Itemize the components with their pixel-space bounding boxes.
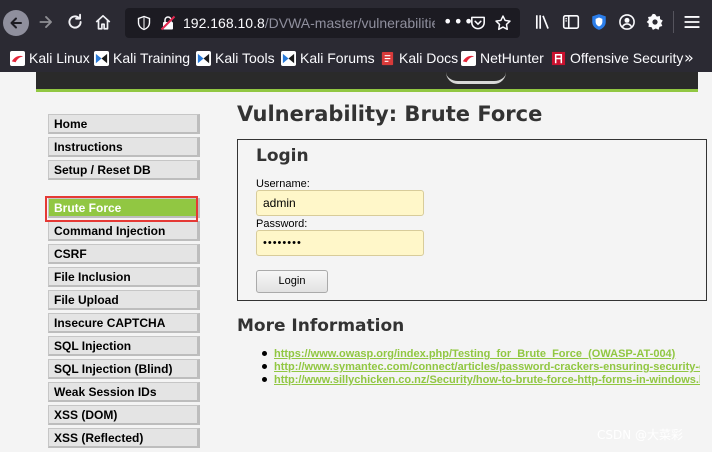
password-input[interactable]: •••••••• [256,230,424,256]
kali-tools-icon [196,50,211,66]
home-button[interactable] [89,8,117,36]
active-item-highlight [45,196,198,222]
username-label: Username: [256,178,310,190]
kali-icon [10,50,25,66]
owasp-link[interactable]: https://www.owasp.org/index.php/Testing_… [274,348,675,360]
sidebar-item-weak-session-ids[interactable]: Weak Session IDs [48,382,200,402]
login-button[interactable]: Login [256,270,328,293]
bullet-icon [262,351,267,357]
list-item: https://www.owasp.org/index.php/Testing_… [260,348,700,360]
offsec-icon [551,51,566,65]
browser-toolbar: 192.168.10.8/DVWA-master/vulnerabilities… [0,0,712,44]
kali-training-icon [94,50,109,66]
forward-button[interactable] [32,8,60,36]
sidebar-item-csrf[interactable]: CSRF [48,244,200,264]
dvwa-logo [446,72,506,84]
kali-forums-icon [281,50,296,66]
sidebar-item-home[interactable]: Home [48,114,200,134]
sidebar-item-sql-injection-blind[interactable]: SQL Injection (Blind) [48,359,200,379]
bookmarks-overflow-button[interactable]: » [684,48,694,67]
login-heading: Login [256,146,309,166]
toolbar-separator [673,11,674,33]
sidebar-item-instructions[interactable]: Instructions [48,137,200,157]
page-viewport: Home Instructions Setup / Reset DB Brute… [0,72,712,452]
sidebar-item-file-inclusion[interactable]: File Inclusion [48,267,200,287]
csdn-watermark: CSDN @大菜彩 [597,428,684,442]
bookmark-label: Kali Forums [300,50,375,66]
url-host: 192.168.10.8 [183,15,265,31]
bookmarks-bar: Kali Linux Kali Training Kali Tools Kali… [0,44,712,72]
sillychicken-link[interactable]: http://www.sillychicken.co.nz/Security/h… [274,374,700,386]
sidebar-item-xss-dom[interactable]: XSS (DOM) [48,405,200,425]
bookmark-label: Offensive Security [570,50,684,66]
bookmark-kali-training[interactable]: Kali Training [94,49,190,67]
sidebar-item-setup[interactable]: Setup / Reset DB [48,160,200,180]
ublock-shield-icon[interactable] [590,13,608,31]
bullet-icon [262,364,267,370]
sidebar-icon[interactable] [562,13,580,31]
reload-button[interactable] [61,8,89,36]
tracking-protection-icon[interactable] [136,15,152,31]
password-label: Password: [256,218,308,230]
arrow-right-icon [39,16,52,28]
sidebar-item-xss-reflected[interactable]: XSS (Reflected) [48,428,200,448]
url-path: /DVWA-master/vulnerabilities/brute/ [264,15,435,31]
bookmark-offensive-security[interactable]: Offensive Security [551,49,683,67]
dvwa-header [36,72,698,92]
nethunter-icon [461,50,476,66]
sidebar-item-file-upload[interactable]: File Upload [48,290,200,310]
page-title: Vulnerability: Brute Force [237,102,543,126]
reload-icon [68,13,82,29]
extensions-icon[interactable] [646,13,664,31]
bookmark-label: Kali Tools [215,50,275,66]
arrow-left-icon [10,17,22,29]
sidebar-item-command-injection[interactable]: Command Injection [48,221,200,241]
bookmark-kali-forums[interactable]: Kali Forums [281,49,375,67]
bookmark-label: Kali Training [113,50,191,66]
url-text[interactable]: 192.168.10.8/DVWA-master/vulnerabilities… [183,15,435,33]
bookmark-star-icon[interactable] [494,14,512,32]
insecure-lock-icon[interactable] [160,15,176,31]
list-item: http://www.symantec.com/connect/articles… [260,361,700,373]
back-button[interactable] [3,10,29,36]
username-input[interactable] [256,190,424,216]
bookmark-kali-docs[interactable]: Kali Docs [380,49,458,67]
library-icon[interactable] [534,13,552,31]
bookmark-label: Kali Docs [399,50,459,66]
symantec-link[interactable]: http://www.symantec.com/connect/articles… [274,361,700,373]
kali-docs-icon [381,51,394,65]
sidebar-item-insecure-captcha[interactable]: Insecure CAPTCHA [48,313,200,333]
bookmark-label: NetHunter [480,50,544,66]
home-icon [95,14,111,30]
hamburger-menu-icon[interactable] [683,13,701,31]
bookmark-label: Kali Linux [29,50,90,66]
list-item: http://www.sillychicken.co.nz/Security/h… [260,374,700,386]
url-bar[interactable]: 192.168.10.8/DVWA-master/vulnerabilities… [125,8,520,38]
login-form: Login Username: Password: •••••••• Login [237,139,707,301]
more-info-heading: More Information [237,316,405,336]
account-icon[interactable] [618,13,636,31]
sidebar-item-sql-injection[interactable]: SQL Injection [48,336,200,356]
bookmark-kali-tools[interactable]: Kali Tools [196,49,275,67]
bookmark-nethunter[interactable]: NetHunter [461,49,544,67]
pocket-icon[interactable] [469,14,487,32]
bullet-icon [262,377,267,383]
bookmark-kali-linux[interactable]: Kali Linux [10,49,90,67]
